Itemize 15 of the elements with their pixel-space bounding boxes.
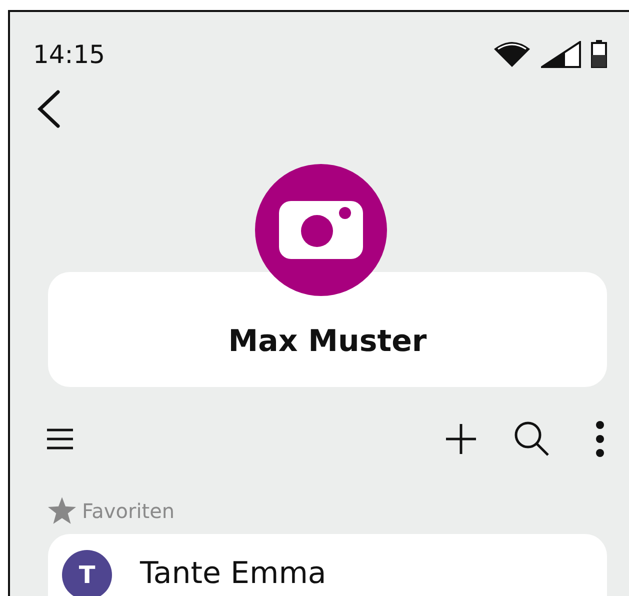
contact-name: Tante Emma [140, 556, 326, 591]
more-button[interactable] [595, 421, 605, 457]
search-button[interactable] [513, 420, 551, 458]
section-title: Favoriten [82, 498, 175, 522]
wifi-icon [493, 40, 531, 68]
camera-icon [278, 201, 362, 259]
star-icon [48, 497, 76, 524]
add-button[interactable] [445, 423, 477, 455]
contact-row[interactable]: T Tante Emma [48, 534, 607, 596]
contact-avatar: T [62, 550, 112, 596]
signal-icon [541, 40, 581, 68]
status-time: 14:15 [33, 40, 106, 68]
battery-icon [591, 40, 607, 68]
menu-button[interactable] [46, 427, 74, 451]
profile-name: Max Muster [228, 324, 427, 359]
